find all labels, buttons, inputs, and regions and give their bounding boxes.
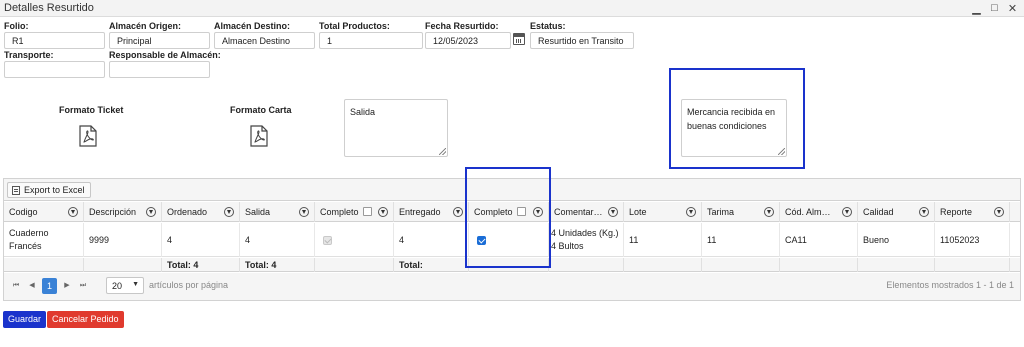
current-page-button[interactable]: 1 xyxy=(42,278,57,294)
last-page-icon[interactable]: ⏭ xyxy=(77,279,89,293)
filter-icon[interactable] xyxy=(68,207,78,217)
salida-comments-textarea[interactable]: Salida xyxy=(344,99,448,157)
window-title: Detalles Resurtido xyxy=(4,2,94,14)
filter-icon[interactable] xyxy=(608,207,618,217)
total-productos-input[interactable]: 1 xyxy=(319,32,423,49)
col-entregado-label: Entregado xyxy=(399,207,441,217)
filter-icon[interactable] xyxy=(453,207,463,217)
filter-icon[interactable] xyxy=(994,207,1004,217)
excel-icon xyxy=(12,185,20,195)
transporte-label: Transporte: xyxy=(4,50,54,60)
col-cod-almacen-label: Cód. Alm… xyxy=(785,207,831,217)
grid-pager: ⏮ ◀ 1 ▶ ⏭ 20 ▼ artículos por página Elem… xyxy=(4,273,1020,300)
col-ordenado-label: Ordenado xyxy=(167,207,208,217)
total-salida: Total: 4 xyxy=(240,258,315,272)
filter-icon[interactable] xyxy=(224,207,234,217)
total-empty xyxy=(780,258,858,272)
chevron-down-icon: ▼ xyxy=(132,281,139,288)
cell-ordenado: 4 xyxy=(162,223,240,257)
responsable-input[interactable] xyxy=(109,61,210,78)
total-productos-label: Total Productos: xyxy=(319,21,390,31)
cell-calidad: Bueno xyxy=(858,223,935,257)
fecha-resurtido-input[interactable]: 12/05/2023 xyxy=(425,32,511,49)
resize-grip-icon[interactable] xyxy=(439,148,446,155)
items-shown-label: Elementos mostrados 1 - 1 de 1 xyxy=(886,280,1014,290)
total-empty xyxy=(549,258,624,272)
window-titlebar: Detalles Resurtido ▁ □ ✕ xyxy=(0,0,1024,17)
estatus-input[interactable]: Resurtido en Transito xyxy=(530,32,634,49)
comments-highlight-box xyxy=(669,68,805,169)
estatus-label: Estatus: xyxy=(530,21,566,31)
col-descripcion-label: Descripción xyxy=(89,207,137,217)
page-size-select[interactable]: 20 ▼ xyxy=(106,277,144,294)
pdf-carta-icon[interactable] xyxy=(250,125,268,147)
total-empty xyxy=(935,258,1010,272)
col-salida-label: Salida xyxy=(245,207,271,217)
window-controls: ▁ □ ✕ xyxy=(971,2,1018,15)
total-entregado: Total: xyxy=(394,258,469,272)
filter-icon[interactable] xyxy=(378,207,388,217)
col-lote-label: Lote xyxy=(629,207,647,217)
col-codigo-label: Codigo xyxy=(9,207,38,217)
pdf-ticket-icon[interactable] xyxy=(79,125,97,147)
cell-lote: 11 xyxy=(624,223,702,257)
prev-page-icon[interactable]: ◀ xyxy=(26,279,38,293)
filter-icon[interactable] xyxy=(146,207,156,217)
col-calidad-label: Calidad xyxy=(863,207,894,217)
filter-icon[interactable] xyxy=(842,207,852,217)
col-comentario-label: Comentar… xyxy=(554,207,603,217)
next-page-icon[interactable]: ▶ xyxy=(61,279,73,293)
cell-tarima: 11 xyxy=(702,223,780,257)
salida-comments-text: Salida xyxy=(350,107,376,117)
calendar-icon[interactable] xyxy=(513,33,525,45)
close-icon[interactable]: ✕ xyxy=(1007,2,1018,15)
total-ordenado: Total: 4 xyxy=(162,258,240,272)
transporte-input[interactable] xyxy=(4,61,105,78)
col-reporte-label: Reporte xyxy=(940,207,973,217)
responsable-label: Responsable de Almacén: xyxy=(109,50,221,60)
cell-reporte: 11052023 xyxy=(935,223,1010,257)
formato-ticket-label: Formato Ticket xyxy=(59,105,124,115)
cell-descripcion: 9999 xyxy=(84,223,162,257)
select-all-checkbox[interactable] xyxy=(362,207,372,216)
formato-carta-label: Formato Carta xyxy=(230,105,292,115)
cell-cod-almacen: CA11 xyxy=(780,223,858,257)
completo-highlight-box xyxy=(465,167,551,268)
fecha-resurtido-label: Fecha Resurtido: xyxy=(425,21,499,31)
first-page-icon[interactable]: ⏮ xyxy=(10,279,22,293)
cell-codigo: Cuaderno Francés xyxy=(4,223,84,257)
almacen-destino-label: Almacén Destino: xyxy=(214,21,291,31)
col-completo-salida-label: Completo xyxy=(320,207,359,217)
filter-icon[interactable] xyxy=(919,207,929,217)
minimize-icon[interactable]: ▁ xyxy=(971,2,982,15)
cancel-order-button[interactable]: Cancelar Pedido xyxy=(47,311,124,328)
total-empty xyxy=(858,258,935,272)
cell-entregado: 4 xyxy=(394,223,469,257)
almacen-destino-input[interactable]: Almacen Destino xyxy=(214,32,315,49)
cell-completo-salida xyxy=(315,223,394,257)
almacen-origen-label: Almacén Origen: xyxy=(109,21,182,31)
filter-icon[interactable] xyxy=(764,207,774,217)
cell-salida: 4 xyxy=(240,223,315,257)
total-empty xyxy=(4,258,84,272)
completo-salida-checkbox xyxy=(323,235,332,245)
filter-icon[interactable] xyxy=(299,207,309,217)
cell-comentario: 4 Unidades (Kg.) 4 Bultos xyxy=(549,223,624,257)
filter-icon[interactable] xyxy=(686,207,696,217)
total-empty xyxy=(84,258,162,272)
almacen-origen-input[interactable]: Principal xyxy=(109,32,210,49)
per-page-label: artículos por página xyxy=(149,280,229,290)
folio-label: Folio: xyxy=(4,21,29,31)
page-size-value: 20 xyxy=(112,281,123,291)
folio-input[interactable]: R1 xyxy=(4,32,105,49)
export-excel-label: Export to Excel xyxy=(24,185,85,195)
col-tarima-label: Tarima xyxy=(707,207,735,217)
total-empty xyxy=(624,258,702,272)
total-empty xyxy=(702,258,780,272)
maximize-icon[interactable]: □ xyxy=(989,2,1000,15)
export-excel-button[interactable]: Export to Excel xyxy=(7,182,91,198)
total-empty xyxy=(315,258,394,272)
save-button[interactable]: Guardar xyxy=(3,311,47,328)
